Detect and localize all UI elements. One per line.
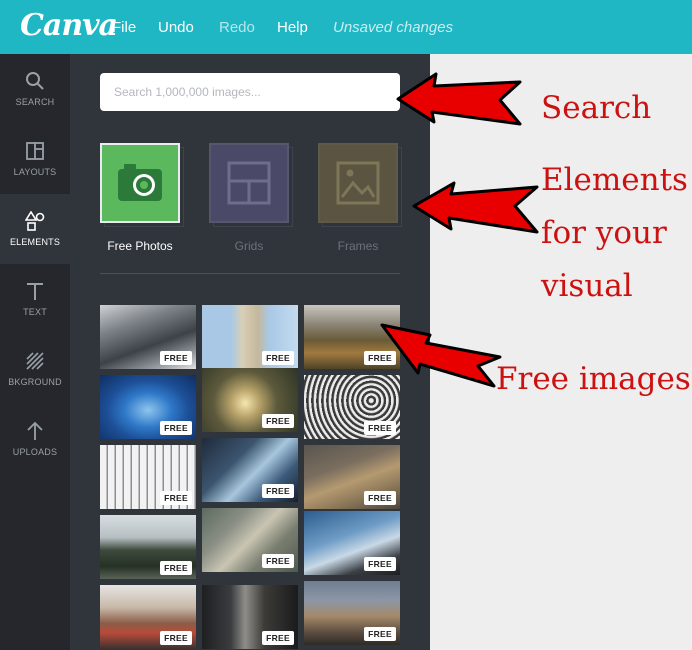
annotation-elements-line1: Elements bbox=[541, 162, 688, 198]
annotation-search: Search bbox=[541, 90, 652, 126]
annotation-free-images: Free images bbox=[496, 361, 691, 397]
arrow-to-elements bbox=[412, 181, 539, 234]
arrow-to-search bbox=[396, 72, 522, 126]
annotation-elements-line3: visual bbox=[541, 268, 633, 304]
arrow-to-free-images bbox=[380, 323, 502, 388]
annotation-elements-line2: for your bbox=[541, 215, 667, 251]
